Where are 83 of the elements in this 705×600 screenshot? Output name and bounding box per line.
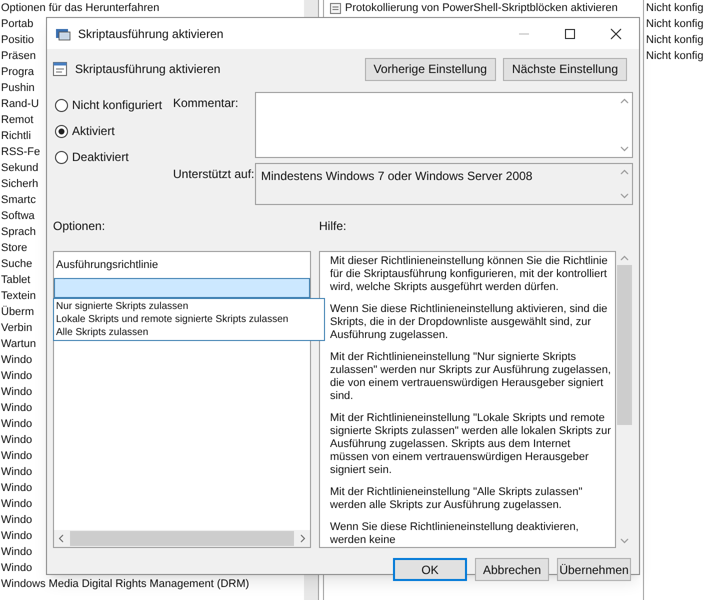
scroll-down-icon[interactable]: [620, 193, 628, 199]
tree-item[interactable]: Windo: [1, 450, 32, 462]
tree-item[interactable]: Sekund: [1, 162, 38, 174]
tree-item[interactable]: Store: [1, 242, 28, 254]
scrollbar-thumb[interactable]: [617, 265, 632, 425]
tree-item[interactable]: Windo: [1, 370, 32, 382]
comment-field[interactable]: [255, 92, 633, 158]
policy-state: Nicht konfig: [646, 34, 704, 46]
help-paragraph: Mit dieser Richtlinieneinstellung können Sie die Richtlinie für die Skriptausführung konfigurieren, mit der kontrolliert wird, welche Skripts ausgeführt werden dürfen.: [330, 255, 609, 294]
window-icon: [55, 26, 71, 40]
dialog-button[interactable]: Abbrechen: [475, 558, 549, 581]
policy-state: Nicht konfig: [646, 18, 704, 30]
dialog-button[interactable]: OK: [393, 558, 467, 581]
help-paragraph: Mit der Richtlinieneinstellung "Alle Skripts zulassen" werden alle Skripts zur Ausführung zugelassen.: [330, 486, 584, 512]
tree-item[interactable]: Windo: [1, 562, 32, 574]
policy-name[interactable]: Protokollierung von PowerShell-Skriptblöcken aktivieren: [345, 0, 618, 16]
help-paragraph: Wenn Sie diese Richtlinieneinstellung aktivieren, sind die Skripts, die in der Dropdownliste ausgewählt sind, zur Ausführung zugelassen.: [330, 303, 608, 342]
window-title: Skriptausführung aktivieren: [78, 26, 224, 42]
dropdown-option[interactable]: Nur signierte Skripts zulassen: [54, 300, 324, 313]
comment-label: Kommentar:: [173, 95, 240, 112]
tree-item[interactable]: Windo: [1, 386, 32, 398]
scroll-up-icon[interactable]: [620, 255, 629, 261]
dropdown-option[interactable]: Alle Skripts zulassen: [54, 326, 324, 339]
tree-item[interactable]: Suche: [1, 258, 32, 270]
tree-item[interactable]: Optionen für das Herunterfahren: [1, 2, 160, 14]
tree-item[interactable]: Windows Media Digital Rights Management (DRM): [1, 578, 250, 590]
nav-button[interactable]: Nächste Einstellung: [502, 58, 627, 80]
scroll-up-icon[interactable]: [620, 98, 628, 104]
tree-item[interactable]: Rand-U: [1, 98, 39, 110]
dropdown-field[interactable]: [54, 278, 310, 298]
tree-item[interactable]: Windo: [1, 434, 32, 446]
tree-item[interactable]: Windo: [1, 498, 32, 510]
scroll-down-icon[interactable]: [620, 146, 628, 152]
tree-item[interactable]: Präsen: [1, 50, 36, 62]
scroll-up-icon[interactable]: [620, 169, 628, 175]
tree-item[interactable]: Softwa: [1, 210, 35, 222]
tree-item[interactable]: Sicherh: [1, 178, 38, 190]
tree-item[interactable]: Windo: [1, 418, 32, 430]
help-paragraph: Wenn Sie diese Richtlinieneinstellung deaktivieren, werden keine: [330, 521, 580, 547]
tree-item[interactable]: Verbin: [1, 322, 32, 334]
tree-item[interactable]: Windo: [1, 354, 32, 366]
tree-item[interactable]: Wartun: [1, 338, 36, 350]
tree-item[interactable]: Windo: [1, 546, 32, 558]
radio-button[interactable]: [55, 124, 68, 138]
tree-item[interactable]: Tablet: [1, 274, 30, 286]
tree-item[interactable]: RSS-Fe: [1, 146, 40, 158]
nav-button[interactable]: Vorherige Einstellung: [364, 58, 496, 80]
scrollbar-thumb[interactable]: [70, 531, 294, 546]
supported-label: Unterstützt auf:: [173, 166, 255, 183]
scroll-down-icon[interactable]: [620, 538, 629, 544]
tree-item[interactable]: Windo: [1, 530, 32, 542]
tree-item[interactable]: Windo: [1, 482, 32, 494]
radio-label: Aktiviert: [72, 123, 115, 140]
supported-value: Mindestens Windows 7 oder Windows Server 2008: [260, 168, 534, 185]
radio-label: Deaktiviert: [72, 149, 129, 166]
dialog-button[interactable]: Übernehmen: [557, 558, 631, 581]
tree-item[interactable]: Remot: [1, 114, 34, 126]
setting-title: Skriptausführung aktivieren: [75, 61, 220, 78]
tree-item[interactable]: Sprach: [1, 226, 36, 238]
radio-button[interactable]: [55, 150, 68, 164]
setting-icon: [53, 62, 67, 76]
tree-item[interactable]: Textein: [1, 290, 36, 302]
tree-item[interactable]: Smartc: [1, 194, 36, 206]
radio-label: Nicht konfiguriert: [72, 97, 162, 114]
tree-item[interactable]: Windo: [1, 402, 32, 414]
tree-item[interactable]: Positio: [1, 34, 34, 46]
help-paragraph: Mit der Richtlinieneinstellung "Nur signierte Skripts zulassen" werden nur Skripts zur Ausführung zugelassen, die von einem vertrauenswürdigen Herausgeber signiert sind.: [330, 351, 611, 403]
dropdown-option[interactable]: Lokale Skripts und remote signierte Skripts zulassen: [54, 313, 324, 326]
tree-item[interactable]: Pushin: [1, 82, 35, 94]
help-label: Hilfe:: [319, 218, 346, 235]
tree-item[interactable]: Richtli: [1, 130, 31, 142]
options-label: Optionen:: [53, 218, 106, 235]
tree-item[interactable]: Überm: [1, 306, 34, 318]
help-paragraph: Mit der Richtlinieneinstellung "Lokale Skripts und remote signierte Skripts zulassen" werden alle lokalen Skripts zur Ausführung zugelassen. Skripts aus dem Internet müssen von einem vertrauenswürdigen Herausgeber signiert sein.: [330, 412, 611, 477]
tree-item[interactable]: Windo: [1, 466, 32, 478]
tree-item[interactable]: Portab: [1, 18, 34, 30]
policy-icon: [330, 2, 341, 14]
policy-state: Nicht konfig: [646, 50, 704, 62]
radio-button[interactable]: [55, 98, 68, 112]
option-label: Ausführungsrichtlinie: [55, 258, 160, 273]
tree-item[interactable]: Progra: [1, 66, 34, 78]
policy-state: Nicht konfig: [646, 2, 704, 14]
tree-item[interactable]: Windo: [1, 514, 32, 526]
